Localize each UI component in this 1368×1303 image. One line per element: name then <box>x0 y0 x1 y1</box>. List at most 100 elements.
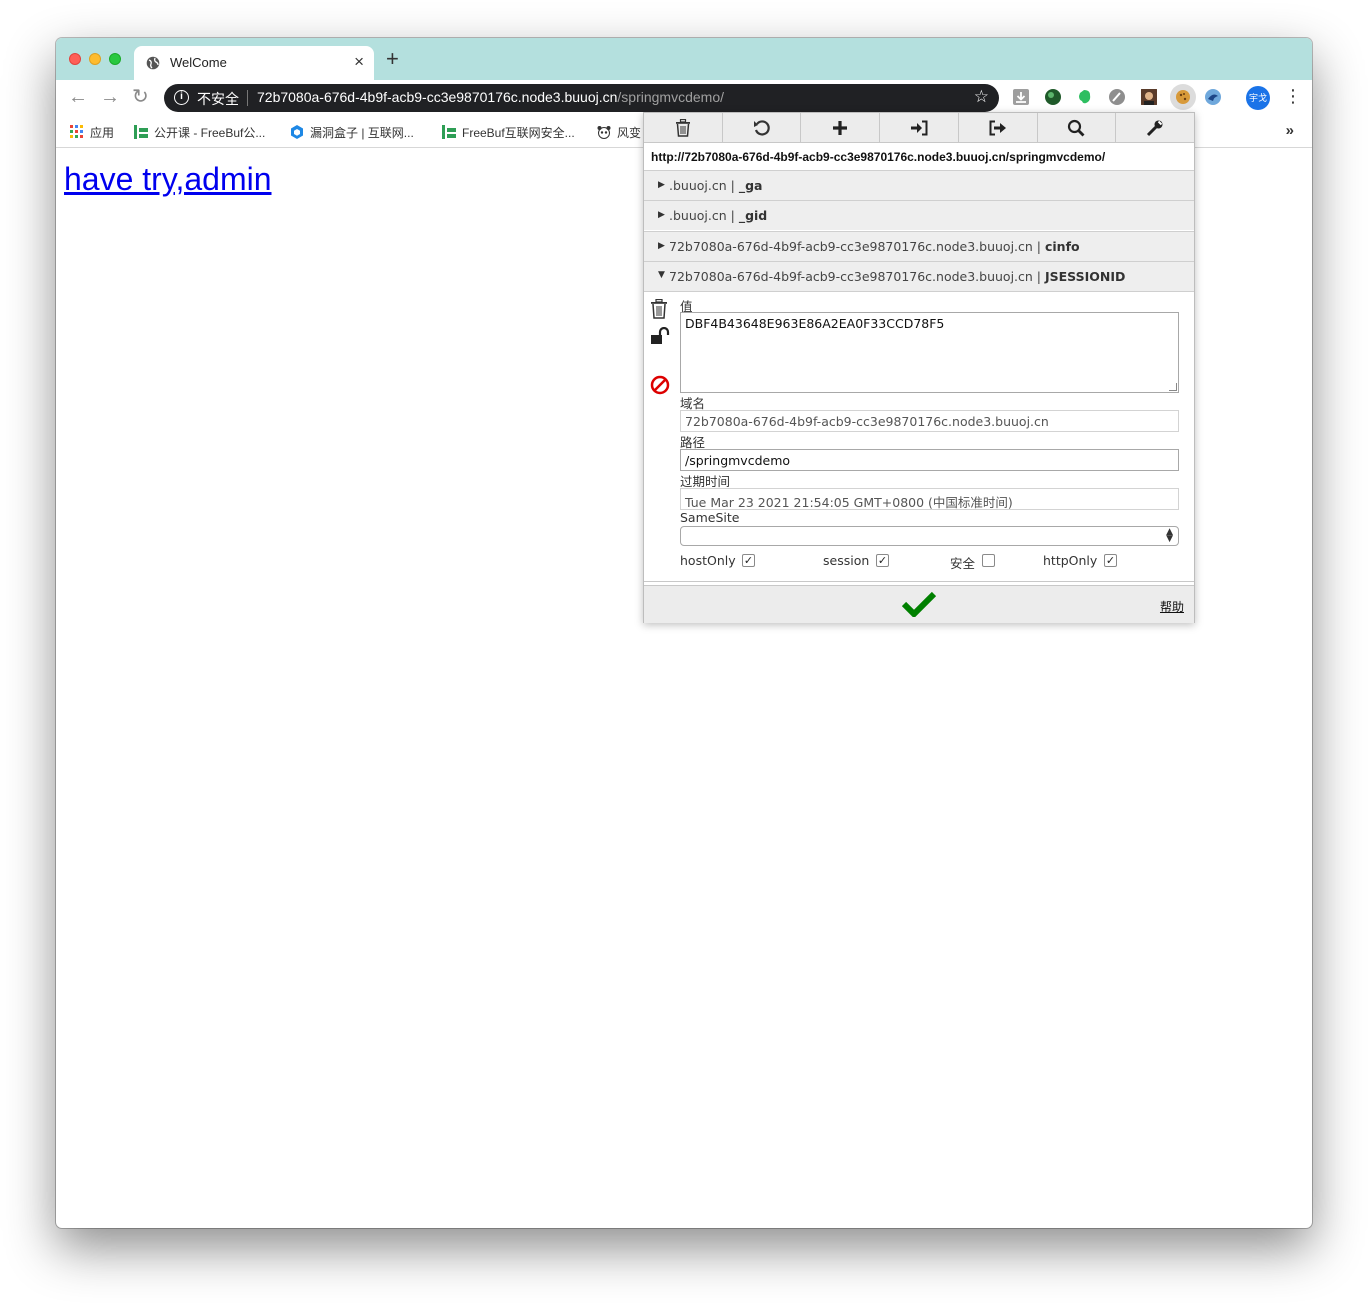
forward-icon[interactable]: → <box>100 86 120 108</box>
bookmark-label: 漏洞盒子 | 互联网... <box>310 126 414 140</box>
hostonly-checkbox[interactable]: ✓ <box>742 554 755 567</box>
bookmark-vulbox[interactable]: 漏洞盒子 | 互联网... <box>290 124 414 141</box>
httponly-checkbox[interactable]: ✓ <box>1104 554 1117 567</box>
minimize-window-button[interactable] <box>89 53 101 65</box>
green-ball-extension-icon[interactable] <box>1044 88 1062 106</box>
httponly-label: httpOnly <box>1043 553 1098 568</box>
secure-checkbox[interactable] <box>982 554 995 567</box>
cookie-value: DBF4B43648E963E86A2EA0F33CCD78F5 <box>685 316 945 331</box>
bookmark-label: 风变 <box>617 126 642 140</box>
samesite-select[interactable]: ▲ ▼ <box>680 526 1179 546</box>
expand-arrow-icon: ▶ <box>658 241 665 251</box>
save-checkmark-icon[interactable] <box>902 591 936 617</box>
omnibox-divider <box>247 90 248 106</box>
insecure-label: 不安全 <box>197 91 239 107</box>
cookie-row-label: 72b7080a-676d-4b9f-acb9-cc3e9870176c.nod… <box>669 269 1126 284</box>
back-icon[interactable]: ← <box>68 86 88 108</box>
search-button[interactable] <box>1038 113 1117 142</box>
plus-icon <box>833 120 848 135</box>
hostonly-label: hostOnly <box>680 553 736 568</box>
session-label: session <box>823 553 870 568</box>
bookmark-label: FreeBuf互联网安全... <box>462 126 575 140</box>
profile-avatar[interactable]: 宇戈 <box>1246 86 1270 110</box>
expand-arrow-icon: ▶ <box>658 210 665 220</box>
unlock-icon[interactable] <box>650 327 670 345</box>
tab-close-button[interactable]: × <box>354 52 364 72</box>
cookie-editor-popup: http://72b7080a-676d-4b9f-acb9-cc3e98701… <box>643 112 1195 623</box>
path-value: /springmvcdemo <box>685 453 791 468</box>
bookmark-label: 应用 <box>90 126 115 140</box>
cookie-row-label: .buuoj.cn | _ga <box>669 178 763 193</box>
expiry-value: Tue Mar 23 2021 21:54:05 GMT+0800 (中国标准时… <box>685 495 1013 510</box>
bookmark-fengbian[interactable]: 风变 <box>597 124 641 141</box>
tab-title: WelCome <box>170 55 227 70</box>
panda-icon <box>597 126 611 139</box>
resize-handle[interactable] <box>1169 383 1177 391</box>
options-button[interactable] <box>1116 113 1194 142</box>
evernote-icon[interactable] <box>1076 88 1094 106</box>
close-window-button[interactable] <box>69 53 81 65</box>
wrench-icon <box>1147 120 1163 136</box>
vulbox-icon <box>291 125 303 139</box>
freebuf-icon <box>442 125 456 139</box>
cookie-row-label: .buuoj.cn | _gid <box>669 208 768 223</box>
address-bar[interactable]: i 不安全 72b7080a-676d-4b9f-acb9-cc3e987017… <box>164 84 999 112</box>
current-url: http://72b7080a-676d-4b9f-acb9-cc3e98701… <box>651 150 1106 164</box>
import-button[interactable] <box>880 113 959 142</box>
bird-extension-icon[interactable] <box>1204 88 1222 106</box>
search-icon <box>1068 119 1085 136</box>
reset-button[interactable] <box>723 113 802 142</box>
import-icon <box>911 120 928 135</box>
trash-icon <box>675 118 690 137</box>
bookmark-label: 公开课 - FreeBuf公... <box>154 126 266 140</box>
reload-icon[interactable]: ↻ <box>132 86 149 108</box>
info-icon[interactable]: i <box>174 90 189 105</box>
more-menu-icon[interactable]: ⋮ <box>1284 86 1302 106</box>
select-arrows-icon: ▲ ▼ <box>1166 527 1173 544</box>
have-try-admin-link[interactable]: have try,admin <box>64 161 272 198</box>
portrait-extension-icon[interactable] <box>1140 88 1158 106</box>
cookie-row-gid[interactable]: ▶ .buuoj.cn | _gid <box>644 200 1194 230</box>
delete-all-button[interactable] <box>644 113 723 142</box>
apps-grid-icon <box>70 125 83 138</box>
globe-icon <box>146 56 160 70</box>
url-path: /springmvcdemo/ <box>617 89 724 105</box>
domain-field[interactable]: 72b7080a-676d-4b9f-acb9-cc3e9870176c.nod… <box>680 410 1179 432</box>
freebuf-icon <box>134 125 148 139</box>
maximize-window-button[interactable] <box>109 53 121 65</box>
cookie-row-ga[interactable]: ▶ .buuoj.cn | _ga <box>644 170 1194 200</box>
pen-extension-icon[interactable] <box>1108 88 1126 106</box>
export-icon <box>989 120 1006 135</box>
bookmark-freebuf[interactable]: FreeBuf互联网安全... <box>442 124 575 141</box>
bookmarks-overflow-icon[interactable]: » <box>1286 122 1294 139</box>
delete-cookie-icon[interactable] <box>650 299 668 319</box>
add-cookie-button[interactable] <box>801 113 881 142</box>
cookie-value-textarea[interactable]: DBF4B43648E963E86A2EA0F33CCD78F5 <box>680 312 1179 393</box>
browser-window: WelCome × + ← → ↻ i 不安全 72b7080a-676d-4b… <box>56 38 1312 1228</box>
tab-strip: WelCome × + <box>56 38 1312 80</box>
path-field[interactable]: /springmvcdemo <box>680 449 1179 471</box>
block-icon[interactable] <box>650 375 670 395</box>
expand-arrow-icon: ▶ <box>658 180 665 190</box>
bookmark-apps[interactable]: 应用 <box>70 124 114 141</box>
cookie-editor-icon[interactable] <box>1170 84 1196 110</box>
new-tab-button[interactable]: + <box>386 48 399 70</box>
cookie-row-jsessionid[interactable]: ▼ 72b7080a-676d-4b9f-acb9-cc3e9870176c.n… <box>644 261 1194 292</box>
export-button[interactable] <box>959 113 1038 142</box>
cookie-row-cinfo[interactable]: ▶ 72b7080a-676d-4b9f-acb9-cc3e9870176c.n… <box>644 231 1194 261</box>
expiry-field[interactable]: Tue Mar 23 2021 21:54:05 GMT+0800 (中国标准时… <box>680 488 1179 510</box>
cookie-editor-footer: 帮助 <box>644 581 1194 623</box>
bookmark-star-icon[interactable]: ☆ <box>974 87 989 107</box>
refresh-icon <box>753 119 770 136</box>
url-host: 72b7080a-676d-4b9f-acb9-cc3e9870176c.nod… <box>257 89 618 105</box>
bookmark-freebuf-course[interactable]: 公开课 - FreeBuf公... <box>134 124 265 141</box>
help-link[interactable]: 帮助 <box>1160 598 1184 615</box>
download-extension-icon[interactable] <box>1012 88 1030 106</box>
session-checkbox[interactable]: ✓ <box>876 554 889 567</box>
secure-label: 安全 <box>950 556 976 571</box>
domain-value: 72b7080a-676d-4b9f-acb9-cc3e9870176c.nod… <box>685 414 1049 429</box>
footer-divider <box>644 581 1194 582</box>
collapse-arrow-icon: ▼ <box>658 270 665 280</box>
cookie-row-label: 72b7080a-676d-4b9f-acb9-cc3e9870176c.nod… <box>669 239 1080 254</box>
tab-welcome[interactable]: WelCome × <box>134 46 374 80</box>
